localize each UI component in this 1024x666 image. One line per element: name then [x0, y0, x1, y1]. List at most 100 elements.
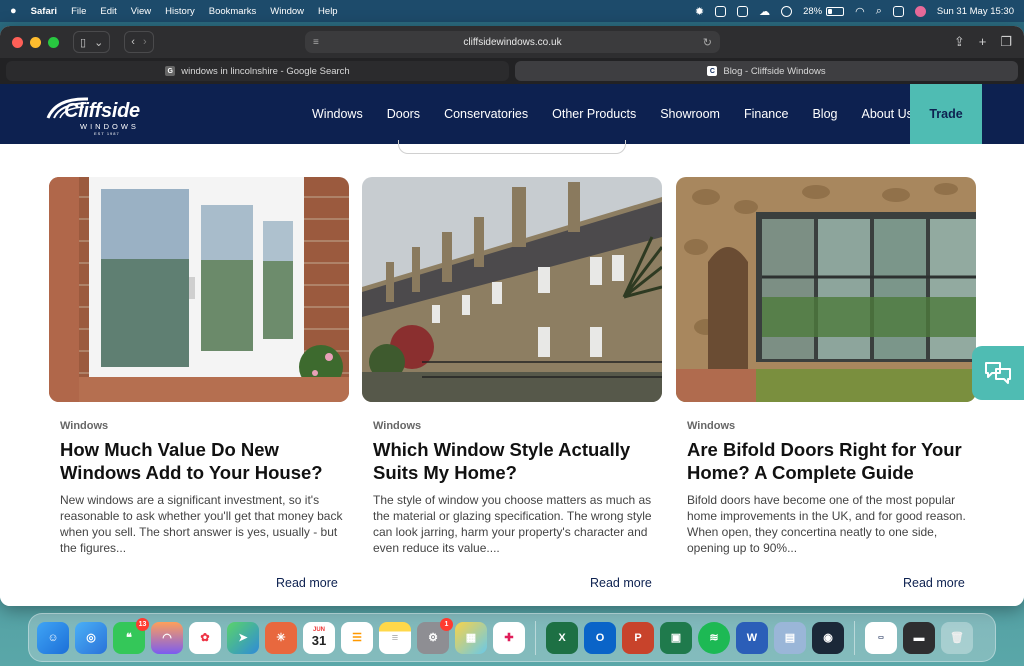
- card-title[interactable]: How Much Value Do New Windows Add to You…: [60, 438, 345, 484]
- sidebar-toggle[interactable]: ▯ ⌄: [73, 31, 111, 53]
- camera-icon[interactable]: [737, 5, 749, 17]
- tab-label: Blog - Cliffside Windows: [723, 65, 826, 77]
- gear-icon: ⚙: [428, 632, 438, 644]
- xcode-tool-icon[interactable]: ▣: [660, 621, 692, 654]
- trade-button[interactable]: Trade: [910, 84, 982, 144]
- close-window-button[interactable]: [12, 36, 23, 48]
- nav-showroom[interactable]: Showroom: [660, 107, 720, 121]
- chevron-down-icon: ⌄: [94, 36, 104, 49]
- logo-brand: Cliffside: [64, 100, 140, 122]
- nav-doors[interactable]: Doors: [387, 107, 420, 121]
- menu-help[interactable]: Help: [318, 6, 338, 17]
- claude-icon[interactable]: ✳: [265, 621, 297, 654]
- main-nav: Windows Doors Conservatories Other Produ…: [312, 84, 937, 144]
- arc-icon[interactable]: ◠: [151, 621, 183, 654]
- steam-icon[interactable]: ◉: [812, 621, 844, 654]
- card-image-bifold[interactable]: [676, 177, 976, 402]
- brightness-icon[interactable]: ✹: [695, 5, 704, 18]
- read-more-link[interactable]: Read more: [590, 576, 652, 590]
- wifi-icon[interactable]: ◠: [855, 5, 865, 18]
- card-excerpt: Bifold doors have become one of the most…: [687, 493, 966, 555]
- control-center-icon[interactable]: [892, 5, 904, 17]
- card-category[interactable]: Windows: [60, 420, 349, 432]
- new-tab-icon[interactable]: +: [979, 34, 987, 50]
- site-logo[interactable]: Cliffside WINDOWS EST 1987: [44, 90, 140, 138]
- blog-card[interactable]: Windows Which Window Style Actually Suit…: [362, 177, 662, 556]
- blog-listing: Windows How Much Value Do New Windows Ad…: [0, 140, 1024, 606]
- chat-widget-button[interactable]: [972, 346, 1024, 400]
- disk-utility-icon[interactable]: ▤: [774, 621, 806, 654]
- siri-icon[interactable]: [914, 5, 926, 17]
- trash-icon[interactable]: 🗑: [941, 621, 973, 654]
- system-settings-icon[interactable]: ⚙ 1: [417, 617, 453, 654]
- battery-status[interactable]: 28%: [803, 5, 845, 17]
- excel-icon[interactable]: X: [546, 621, 578, 654]
- messages-icon[interactable]: ❝ 13: [113, 617, 149, 654]
- address-bar[interactable]: ≡ cliffsidewindows.co.uk ↻: [305, 31, 720, 53]
- card-category[interactable]: Windows: [687, 420, 976, 432]
- nav-windows[interactable]: Windows: [312, 107, 363, 121]
- tab-overview-icon[interactable]: ❐: [1000, 34, 1012, 50]
- back-button[interactable]: ‹: [131, 36, 135, 48]
- notes-icon[interactable]: ≡: [379, 621, 411, 654]
- menu-edit[interactable]: Edit: [100, 6, 116, 17]
- reload-icon[interactable]: ↻: [703, 36, 712, 49]
- battery-percent: 28%: [803, 5, 823, 17]
- card-excerpt: New windows are a significant investment…: [60, 493, 343, 555]
- play-icon[interactable]: [781, 5, 793, 17]
- maps-icon[interactable]: ➤: [227, 621, 259, 654]
- cloud-icon[interactable]: ☁: [759, 5, 770, 18]
- share-icon[interactable]: ⇪: [954, 34, 965, 50]
- photos-icon[interactable]: ✿: [189, 621, 221, 654]
- outlook-icon[interactable]: O: [584, 621, 616, 654]
- nav-other-products[interactable]: Other Products: [552, 107, 636, 121]
- search-box-edge[interactable]: [398, 140, 626, 154]
- tab-google-search[interactable]: G windows in lincolnshire - Google Searc…: [6, 61, 509, 81]
- card-category[interactable]: Windows: [373, 420, 662, 432]
- safari-icon[interactable]: ◎: [75, 621, 107, 654]
- stickies-icon[interactable]: ▦: [455, 621, 487, 654]
- nav-blog[interactable]: Blog: [812, 107, 837, 121]
- nav-about-us[interactable]: About Us: [861, 107, 912, 121]
- blog-card[interactable]: Windows How Much Value Do New Windows Ad…: [49, 177, 349, 556]
- tab-blog[interactable]: C Blog - Cliffside Windows: [515, 61, 1018, 81]
- finder-icon[interactable]: ☺: [37, 621, 69, 654]
- forward-button[interactable]: ›: [143, 36, 147, 48]
- screenshot-stack-icon[interactable]: ▬: [903, 621, 935, 654]
- blog-card[interactable]: Windows Are Bifold Doors Right for Your …: [676, 177, 976, 556]
- menu-file[interactable]: File: [71, 6, 86, 17]
- calendar-icon[interactable]: JUN 31: [303, 621, 335, 654]
- reader-icon[interactable]: ≡: [313, 37, 319, 48]
- zoom-window-button[interactable]: [48, 36, 59, 48]
- dock-separator: [535, 620, 536, 655]
- downloads-stack-icon[interactable]: ▭: [865, 621, 897, 654]
- nav-conservatories[interactable]: Conservatories: [444, 107, 528, 121]
- card-title[interactable]: Which Window Style Actually Suits My Hom…: [373, 438, 658, 484]
- menu-app-name[interactable]: Safari: [31, 6, 57, 17]
- menu-window[interactable]: Window: [270, 6, 304, 17]
- apple-menu-icon[interactable]: ●: [10, 5, 17, 17]
- menu-clock[interactable]: Sun 31 May 15:30: [937, 6, 1014, 17]
- slack-icon[interactable]: ✚: [493, 621, 525, 654]
- powerpoint-icon[interactable]: P: [622, 621, 654, 654]
- cliffside-favicon-icon: C: [707, 66, 718, 76]
- card-image-window[interactable]: [49, 177, 349, 402]
- clipboard-icon[interactable]: [715, 5, 727, 17]
- macos-dock: ☺ ◎ ❝ 13 ◠ ✿ ➤ ✳ JUN 31 ☰ ≡ ⚙ 1 ▦ ✚ X O …: [28, 613, 996, 662]
- word-icon[interactable]: W: [736, 621, 768, 654]
- minimize-window-button[interactable]: [30, 36, 41, 48]
- menu-history[interactable]: History: [165, 6, 195, 17]
- card-image-terrace[interactable]: [362, 177, 662, 402]
- menu-bookmarks[interactable]: Bookmarks: [209, 6, 257, 17]
- spotify-icon[interactable]: ≋: [698, 621, 730, 654]
- search-icon[interactable]: ⌕: [876, 5, 882, 18]
- read-more-link[interactable]: Read more: [276, 576, 338, 590]
- history-navigation: ‹ ›: [124, 31, 154, 53]
- read-more-link[interactable]: Read more: [903, 576, 965, 590]
- reminders-icon[interactable]: ☰: [341, 621, 373, 654]
- tab-label: windows in lincolnshire - Google Search: [181, 65, 350, 77]
- card-title[interactable]: Are Bifold Doors Right for Your Home? A …: [687, 438, 972, 484]
- calendar-day: 31: [311, 633, 327, 648]
- menu-view[interactable]: View: [131, 6, 151, 17]
- nav-finance[interactable]: Finance: [744, 107, 788, 121]
